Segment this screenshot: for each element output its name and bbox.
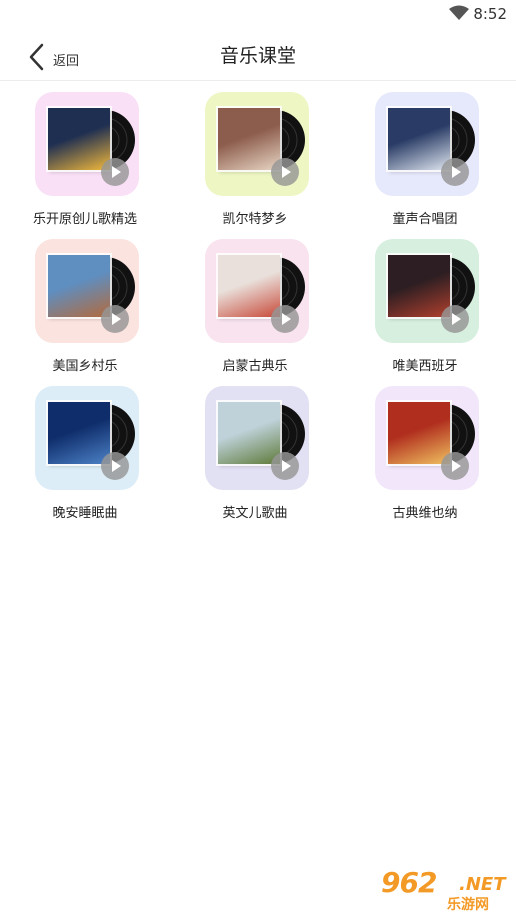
play-button[interactable] bbox=[441, 158, 469, 186]
play-icon bbox=[282, 166, 291, 178]
album-card bbox=[35, 239, 139, 343]
album-card bbox=[205, 386, 309, 490]
album-item[interactable]: 美国乡村乐 bbox=[10, 237, 160, 377]
album-card bbox=[375, 92, 479, 196]
album-card bbox=[205, 239, 309, 343]
album-label: 童声合唱团 bbox=[392, 212, 458, 227]
play-button[interactable] bbox=[271, 158, 299, 186]
album-item[interactable]: 启蒙古典乐 bbox=[180, 237, 330, 377]
album-card bbox=[375, 386, 479, 490]
watermark-number: 962 bbox=[381, 866, 437, 899]
play-icon bbox=[452, 460, 461, 472]
wifi-icon bbox=[449, 5, 469, 20]
album-item[interactable]: 唯美西班牙 bbox=[350, 237, 500, 377]
album-item[interactable]: 童声合唱团 bbox=[350, 90, 500, 230]
play-icon bbox=[112, 166, 121, 178]
play-icon bbox=[452, 166, 461, 178]
page-title: 音乐课堂 bbox=[219, 45, 296, 67]
play-button[interactable] bbox=[101, 158, 129, 186]
album-item[interactable]: 晚安睡眠曲 bbox=[10, 384, 160, 524]
status-time: 8:52 bbox=[473, 5, 507, 23]
album-label: 乐开原创儿歌精选 bbox=[32, 212, 137, 227]
site-watermark: 962 .NET 乐游网 bbox=[377, 866, 509, 913]
play-button[interactable] bbox=[101, 305, 129, 333]
album-label: 美国乡村乐 bbox=[52, 359, 118, 374]
album-label: 古典维也纳 bbox=[392, 506, 458, 521]
album-card bbox=[205, 92, 309, 196]
top-navbar: 返回 音乐课堂 bbox=[0, 28, 516, 81]
album-card bbox=[375, 239, 479, 343]
album-label: 凯尔特梦乡 bbox=[222, 212, 288, 227]
watermark-site-name: 乐游网 bbox=[447, 897, 489, 913]
play-button[interactable] bbox=[441, 452, 469, 480]
play-button[interactable] bbox=[441, 305, 469, 333]
play-icon bbox=[452, 313, 461, 325]
album-item[interactable]: 古典维也纳 bbox=[350, 384, 500, 524]
play-icon bbox=[112, 313, 121, 325]
play-icon bbox=[282, 460, 291, 472]
watermark-domain: .NET bbox=[459, 874, 506, 895]
album-card bbox=[35, 92, 139, 196]
album-card bbox=[35, 386, 139, 490]
play-button[interactable] bbox=[101, 452, 129, 480]
play-icon bbox=[112, 460, 121, 472]
album-item[interactable]: 乐开原创儿歌精选 bbox=[10, 90, 160, 230]
album-label: 启蒙古典乐 bbox=[222, 359, 288, 374]
album-label: 晚安睡眠曲 bbox=[52, 506, 118, 521]
play-button[interactable] bbox=[271, 452, 299, 480]
status-bar: 8:52 bbox=[0, 0, 516, 28]
play-icon bbox=[282, 313, 291, 325]
play-button[interactable] bbox=[271, 305, 299, 333]
album-item[interactable]: 英文儿歌曲 bbox=[180, 384, 330, 524]
album-label: 唯美西班牙 bbox=[392, 359, 458, 374]
album-item[interactable]: 凯尔特梦乡 bbox=[180, 90, 330, 230]
album-label: 英文儿歌曲 bbox=[222, 506, 288, 521]
